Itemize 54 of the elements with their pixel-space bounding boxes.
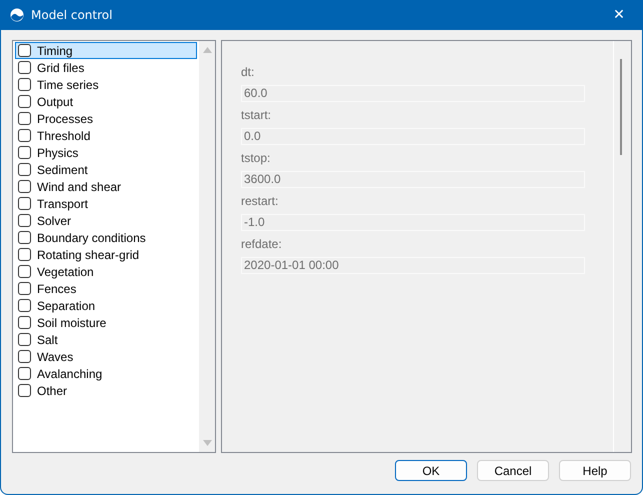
checkbox[interactable]	[18, 231, 31, 244]
close-button[interactable]: ✕	[596, 0, 642, 30]
list-item[interactable]: Soil moisture	[15, 314, 197, 331]
list-item[interactable]: Other	[15, 382, 197, 399]
list-item[interactable]: Fences	[15, 280, 197, 297]
list-item[interactable]: Physics	[15, 144, 197, 161]
checkbox[interactable]	[18, 248, 31, 261]
field-label: dt:	[241, 65, 256, 79]
field-label: tstart:	[241, 108, 272, 122]
list-item[interactable]: Sediment	[15, 161, 197, 178]
list-item[interactable]: Rotating shear-grid	[15, 246, 197, 263]
list-item[interactable]: Threshold	[15, 127, 197, 144]
list-item[interactable]: Time series	[15, 76, 197, 93]
list-item[interactable]: Grid files	[15, 59, 197, 76]
checkbox[interactable]	[18, 367, 31, 380]
checkbox[interactable]	[18, 282, 31, 295]
checkbox[interactable]	[18, 333, 31, 346]
checkbox[interactable]	[18, 384, 31, 397]
dialog-button[interactable]: OK	[395, 460, 467, 481]
list-item[interactable]: Solver	[15, 212, 197, 229]
checkbox[interactable]	[18, 95, 31, 108]
dialog-button[interactable]: Help	[559, 460, 631, 481]
list-item[interactable]: Wind and shear	[15, 178, 197, 195]
field-label: refdate:	[241, 237, 283, 251]
checkbox[interactable]	[18, 112, 31, 125]
checkbox[interactable]	[18, 44, 31, 57]
list-item[interactable]: Avalanching	[15, 365, 197, 382]
checkbox[interactable]	[18, 214, 31, 227]
checkbox[interactable]	[18, 146, 31, 159]
list-item[interactable]: Processes	[15, 110, 197, 127]
list-item[interactable]: Separation	[15, 297, 197, 314]
checkbox[interactable]	[18, 350, 31, 363]
dialog-button[interactable]: Cancel	[477, 460, 549, 481]
list-item[interactable]: Timing	[15, 42, 197, 59]
field-label: restart:	[241, 194, 280, 208]
scrollbar-thumb[interactable]	[620, 59, 622, 155]
checkbox[interactable]	[18, 78, 31, 91]
checkbox[interactable]	[18, 163, 31, 176]
checkbox[interactable]	[18, 180, 31, 193]
checkbox[interactable]	[18, 61, 31, 74]
list-item[interactable]: Salt	[15, 331, 197, 348]
checkbox[interactable]	[18, 316, 31, 329]
app-icon	[10, 8, 24, 22]
list-item[interactable]: Output	[15, 93, 197, 110]
list-item[interactable]: Transport	[15, 195, 197, 212]
checkbox[interactable]	[18, 129, 31, 142]
list-item[interactable]: Boundary conditions	[15, 229, 197, 246]
field-label: tstop:	[241, 151, 272, 165]
window-title: Model control	[31, 8, 114, 22]
checkbox[interactable]	[18, 197, 31, 210]
checkbox[interactable]	[18, 265, 31, 278]
list-item[interactable]: Waves	[15, 348, 197, 365]
list-item[interactable]: Vegetation	[15, 263, 197, 280]
checkbox[interactable]	[18, 299, 31, 312]
